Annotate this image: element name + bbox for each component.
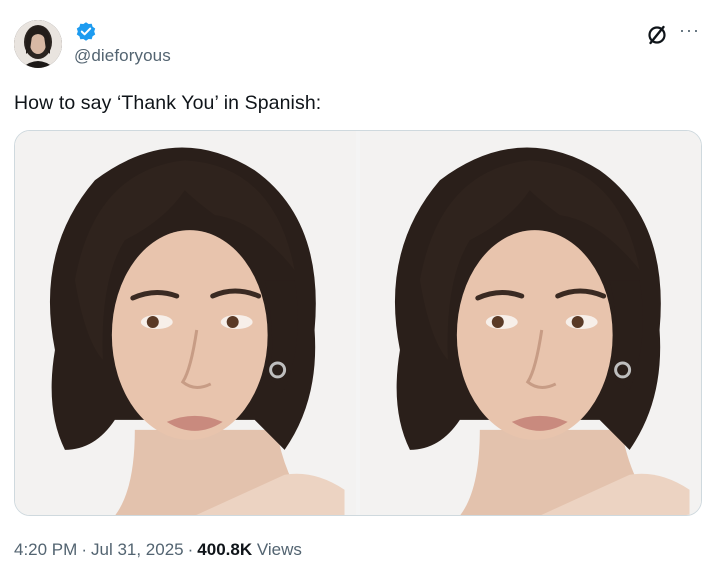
- media-photo-2[interactable]: [359, 131, 701, 515]
- post-date[interactable]: Jul 31, 2025: [91, 540, 184, 559]
- meta-separator: ·: [81, 540, 87, 559]
- avatar[interactable]: [14, 20, 62, 68]
- more-options-icon[interactable]: ···: [679, 21, 703, 39]
- portrait-image-2: [359, 131, 701, 515]
- tweet: @dieforyous ··· How to say ‘Thank You’ i…: [0, 0, 716, 579]
- author-handle[interactable]: @dieforyous: [74, 46, 171, 66]
- post-time[interactable]: 4:20 PM: [14, 540, 77, 559]
- avatar-image: [14, 20, 62, 68]
- media-grid: [14, 130, 702, 516]
- views-count: 400.8K: [197, 540, 253, 559]
- views-label: Views: [256, 540, 302, 559]
- portrait-image-1: [15, 131, 357, 515]
- grok-icon[interactable]: [646, 24, 668, 46]
- meta-separator: ·: [187, 540, 194, 559]
- media-photo-1[interactable]: [15, 131, 357, 515]
- tweet-text: How to say ‘Thank You’ in Spanish:: [14, 92, 322, 114]
- verified-badge-icon: [76, 22, 96, 41]
- tweet-meta: 4:20 PM · Jul 31, 2025 · 400.8K Views: [14, 540, 302, 560]
